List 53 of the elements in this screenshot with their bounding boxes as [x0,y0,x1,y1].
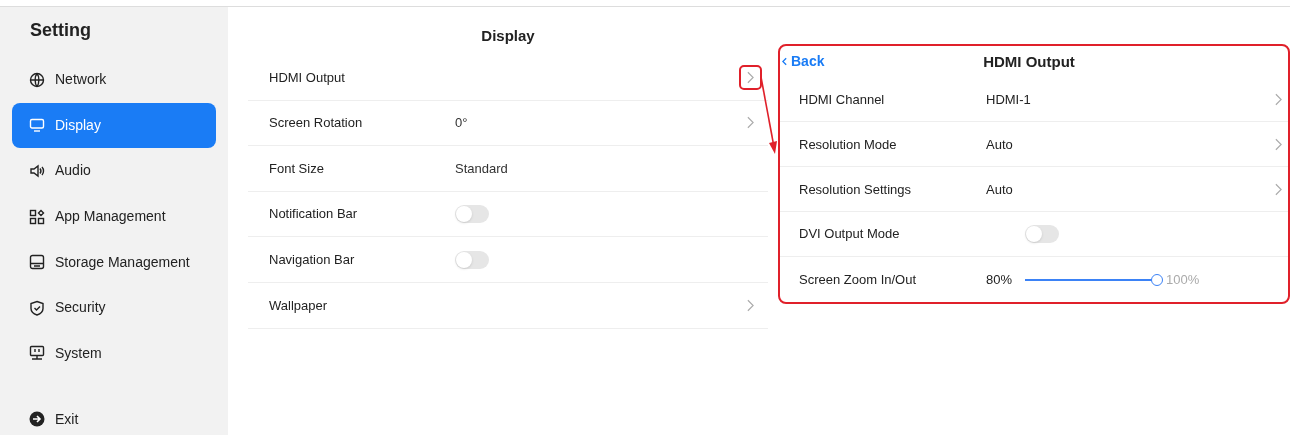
speaker-icon [29,163,45,179]
settings-row[interactable]: Navigation Bar [248,237,768,283]
sidebar-item[interactable]: Network [12,57,216,103]
chevron-right-icon [1275,137,1282,151]
setting-label: HDMI Channel [799,90,886,109]
slider-max-label: 100% [1166,270,1200,289]
sidebar-item[interactable]: Security [12,284,216,331]
chevron-right-icon [1275,92,1282,106]
setting-label: Resolution Settings [799,180,912,199]
setting-value: 0° [455,114,468,133]
setting-label: HDMI Output [269,68,346,87]
setting-label: DVI Output Mode [799,225,901,244]
sidebar-item[interactable]: Audio [12,148,216,194]
settings-row[interactable]: Notification Bar [248,191,768,238]
setting-value: Standard [455,159,508,178]
settings-row[interactable]: Screen Rotation 0° [248,100,768,147]
setting-label: Font Size [269,159,325,178]
toggle-switch[interactable] [455,250,489,269]
settings-row[interactable]: Wallpaper [248,282,768,329]
shield-check-icon [29,299,45,316]
toggle-switch[interactable] [1025,225,1059,244]
setting-label: Wallpaper [269,296,329,315]
setting-label: Navigation Bar [269,250,356,269]
settings-row[interactable]: HDMI Output [248,55,768,101]
panel-title: HDMI Output [983,51,1076,72]
apps-icon [29,208,45,225]
chevron-right-icon [747,116,754,130]
chevron-right-icon [747,298,754,312]
monitor-icon [29,117,45,134]
panel-title: Display [480,26,536,46]
chevron-left-icon [782,57,787,66]
monitor-icon [29,345,45,362]
sidebar-title: Setting [29,19,92,42]
sidebar-item[interactable]: System [12,330,216,377]
setting-label: Resolution Mode [799,135,898,154]
setting-value: Auto [986,180,1013,199]
chevron-right-icon [747,70,754,84]
slider-thumb[interactable] [1151,273,1164,286]
toggle-switch[interactable] [455,205,489,224]
setting-label: Screen Rotation [269,114,364,133]
settings-row[interactable]: Font Size Standard [248,146,768,192]
setting-value: Auto [986,135,1013,154]
setting-label: Notification Bar [269,205,359,224]
back-button[interactable]: Back [782,51,825,72]
globe-icon [29,71,45,88]
sidebar-item[interactable]: Storage Management [12,239,216,285]
storage-icon [29,254,45,271]
setting-label: Screen Zoom In/Out [799,270,918,289]
slider-min-label: 80% [986,270,1013,289]
sidebar-item[interactable]: Display [12,102,216,149]
chevron-right-icon [1275,182,1282,196]
sidebar-item[interactable]: App Management [12,193,216,240]
setting-value: HDMI-1 [986,90,1031,109]
